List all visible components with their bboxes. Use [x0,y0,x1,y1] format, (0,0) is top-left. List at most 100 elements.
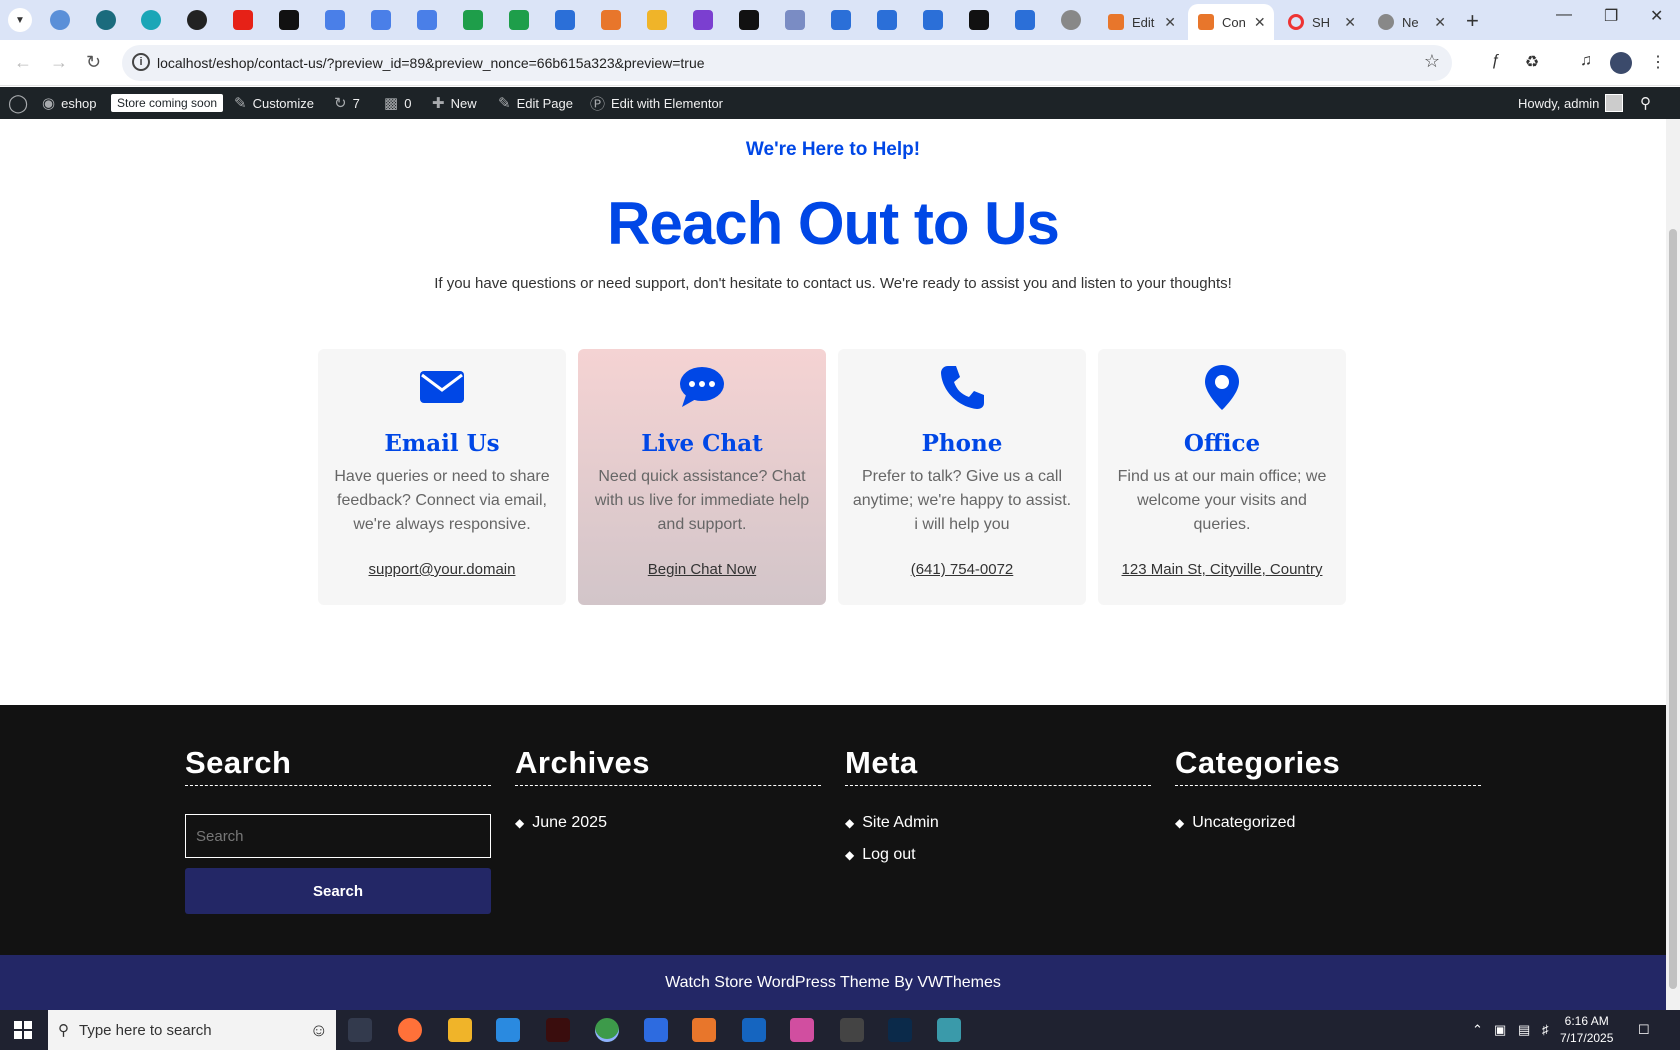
comments-link[interactable]: ▩ 0 [384,87,411,119]
photoshop-icon[interactable] [888,1018,912,1042]
taskbar-search-box[interactable]: ⚲ Type here to search ☺ [48,1010,336,1050]
store-status-badge[interactable]: Store coming soon [111,87,224,119]
pinned-tab[interactable] [969,10,989,30]
pinned-tab[interactable] [509,10,529,30]
tab-close-icon[interactable]: ✕ [1254,14,1266,31]
pinned-tab[interactable] [233,10,253,30]
tray-volume-icon[interactable]: ♯ [1542,1022,1549,1037]
footer-search-input[interactable] [185,814,491,858]
firefox-icon[interactable] [398,1018,422,1042]
site-info-icon[interactable]: i [132,53,150,71]
pinned-tab[interactable] [693,10,713,30]
pinned-tab[interactable] [187,10,207,30]
pinned-tab[interactable] [417,10,437,30]
log-out-link[interactable]: Log out [862,846,915,864]
pinned-tab[interactable] [1015,10,1035,30]
site-name-link[interactable]: ◉ eshop [42,87,97,119]
page-scrollbar[interactable] [1666,119,1680,1010]
new-tab-button[interactable]: + [1466,8,1479,34]
pinned-tab[interactable] [601,10,621,30]
card-text: Find us at our main office; we welcome y… [1117,468,1327,533]
browser-tab[interactable]: SH ✕ [1278,4,1366,40]
pinned-tab[interactable] [463,10,483,30]
address-link[interactable]: 123 Main St, Cityville, Country [1122,561,1323,578]
my-account-link[interactable]: Howdy, admin [1518,87,1624,119]
notifications-icon[interactable]: ☐ [1638,1022,1650,1038]
begin-chat-link[interactable]: Begin Chat Now [648,561,756,578]
category-link[interactable]: Uncategorized [1192,814,1295,832]
pinned-tab[interactable] [371,10,391,30]
pinned-tab[interactable] [279,10,299,30]
meta-item[interactable]: ◆ Log out [845,846,1151,864]
page-content: We're Here to Help! Reach Out to Us If y… [0,119,1666,1010]
zoom-icon[interactable] [644,1018,668,1042]
pinned-tab[interactable] [50,10,70,30]
tray-chevron-icon[interactable]: ⌃ [1472,1022,1483,1038]
outlook-icon[interactable] [742,1018,766,1042]
email-link[interactable]: support@your.domain [369,561,516,578]
windows-start-icon[interactable] [14,1021,32,1039]
category-item[interactable]: ◆ Uncategorized [1175,814,1481,832]
vscode-icon[interactable] [496,1018,520,1042]
updates-link[interactable]: ↻ 7 [334,87,360,119]
extensions-puzzle-icon[interactable]: ♻ [1522,52,1542,72]
close-window-icon[interactable]: ✕ [1650,6,1663,26]
app-diamond-icon[interactable] [937,1018,961,1042]
browser-tab-active[interactable]: Con ✕ [1188,4,1274,40]
chrome-icon[interactable] [595,1018,619,1042]
tab-close-icon[interactable]: ✕ [1164,14,1176,31]
tab-search-button[interactable]: ▼ [8,8,32,32]
phone-link[interactable]: (641) 754-0072 [911,561,1014,578]
pinned-tab[interactable] [877,10,897,30]
pinned-tab[interactable] [739,10,759,30]
edit-elementor-link[interactable]: Ⓟ Edit with Elementor [590,87,723,119]
pinned-tab[interactable] [96,10,116,30]
pinned-tab[interactable] [831,10,851,30]
customize-link[interactable]: ✎ Customize [234,87,314,119]
meta-item[interactable]: ◆ Site Admin [845,814,1151,832]
browser-tab[interactable]: Ne ✕ [1368,4,1456,40]
wordpress-logo-icon[interactable]: ◯ [8,87,28,119]
illustrator-icon[interactable] [546,1018,570,1042]
tab-close-icon[interactable]: ✕ [1344,14,1356,31]
reload-icon[interactable]: ↻ [86,52,101,73]
admin-search-icon[interactable]: ⚲ [1640,87,1651,119]
pinned-tab[interactable] [325,10,345,30]
tab-title: Edit [1132,14,1155,30]
scrollbar-thumb[interactable] [1669,229,1677,989]
media-control-icon[interactable]: ♫ [1576,52,1596,72]
minimize-icon[interactable]: — [1556,6,1572,24]
address-bar[interactable]: i localhost/eshop/contact-us/?preview_id… [122,45,1452,81]
edit-page-link[interactable]: ✎ Edit Page [498,87,573,119]
restore-icon[interactable]: ❐ [1604,6,1618,26]
tab-close-icon[interactable]: ✕ [1434,14,1446,31]
task-view-icon[interactable] [348,1018,372,1042]
tray-network-icon[interactable]: ▣ [1494,1022,1506,1038]
pen-tool-icon[interactable] [840,1018,864,1042]
pinned-tab[interactable] [923,10,943,30]
pinned-tab[interactable] [555,10,575,30]
xampp-icon[interactable] [692,1018,716,1042]
footer-search-button[interactable]: Search [185,868,491,914]
tray-wifi-icon[interactable]: ▤ [1518,1022,1530,1038]
pinned-tab[interactable] [141,10,161,30]
font-extension-icon[interactable]: ƒ [1486,52,1506,72]
chrome-menu-icon[interactable]: ⋮ [1648,52,1668,72]
pinned-tab[interactable] [785,10,805,30]
archive-link[interactable]: June 2025 [532,814,607,832]
page-title: Reach Out to Us [607,190,1060,257]
new-content-link[interactable]: ✚ New [432,87,477,119]
profile-avatar[interactable] [1610,52,1632,74]
site-admin-link[interactable]: Site Admin [862,814,938,832]
browser-tab[interactable]: Edit ✕ [1098,4,1186,40]
copyright-bar[interactable]: Watch Store WordPress Theme By VWThemes [0,955,1666,1010]
file-explorer-icon[interactable] [448,1018,472,1042]
forward-arrow-icon[interactable]: → [50,52,68,73]
creative-cloud-icon[interactable] [790,1018,814,1042]
bookmark-star-icon[interactable]: ☆ [1424,51,1440,72]
back-arrow-icon[interactable]: ← [14,52,32,73]
pinned-tab[interactable] [647,10,667,30]
archive-item[interactable]: ◆ June 2025 [515,814,821,832]
taskbar-clock[interactable]: 6:16 AM 7/17/2025 [1560,1013,1613,1047]
pinned-tab[interactable] [1061,10,1081,30]
